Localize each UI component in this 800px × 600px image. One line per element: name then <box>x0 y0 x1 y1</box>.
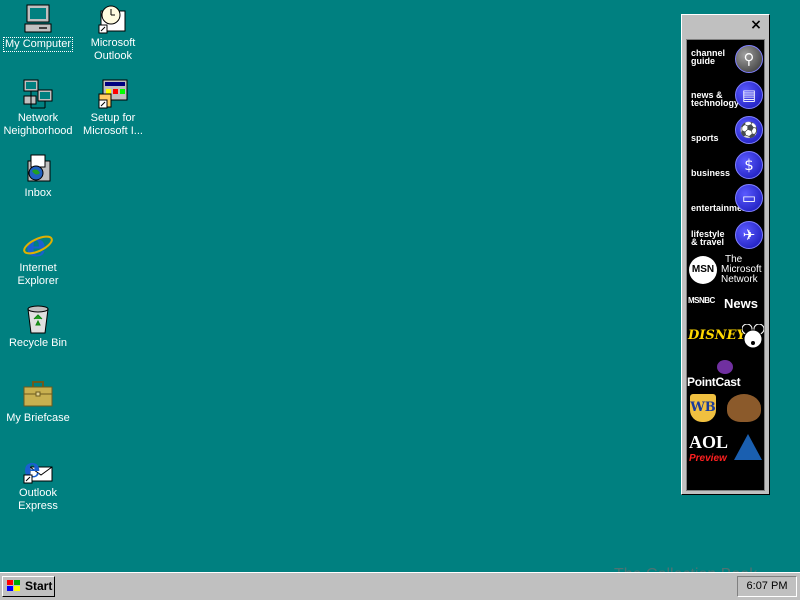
channel-bar: × channel guide ⚲ news & technology ▤ sp… <box>681 14 770 495</box>
system-tray-clock[interactable]: 6:07 PM <box>737 576 797 597</box>
channel-label-line2: technology <box>691 98 740 108</box>
icon-label: Internet Explorer <box>17 262 59 287</box>
channel-sports[interactable]: sports ⚽ <box>687 113 764 146</box>
channel-aol[interactable]: AOL Preview <box>687 430 764 468</box>
channel-msnbc[interactable]: MSNBC News <box>687 290 764 318</box>
channel-list: channel guide ⚲ news & technology ▤ spor… <box>686 39 765 491</box>
channel-warner-bros[interactable]: WB <box>687 392 764 426</box>
network-icon <box>22 78 54 110</box>
channel-label: lifestyle & travel <box>691 230 725 247</box>
pointcast-icon <box>717 360 733 374</box>
outlook-express-icon: e <box>22 453 54 485</box>
desktop-icon-my-computer[interactable]: My Computer <box>0 3 76 52</box>
aol-logo: AOL <box>689 432 729 452</box>
windows-flag-icon <box>7 580 20 591</box>
desktop-icon-network-neighborhood[interactable]: Network Neighborhood <box>0 78 76 138</box>
msn-caption: The Microsoft Network <box>721 255 762 285</box>
start-button[interactable]: Start <box>2 576 55 597</box>
channel-business[interactable]: business $ <box>687 148 764 181</box>
channel-msn[interactable]: MSN The Microsoft Network <box>687 254 764 288</box>
icon-label: Recycle Bin <box>8 337 68 349</box>
desktop-icon-setup[interactable]: Setup for Microsoft I... <box>75 78 151 138</box>
desktop-icon-internet-explorer[interactable]: e Internet Explorer <box>0 226 76 288</box>
start-label: Start <box>25 579 53 593</box>
setup-icon <box>97 78 129 110</box>
outlook-icon <box>97 3 129 35</box>
taz-icon <box>727 394 761 422</box>
desktop-icon-inbox[interactable]: Inbox <box>0 153 76 200</box>
desktop-icon-microsoft-outlook[interactable]: Microsoft Outlook <box>75 3 151 63</box>
msn-caption-line3: Network <box>721 274 758 285</box>
briefcase-icon <box>22 378 54 410</box>
dollar-icon: $ <box>735 151 763 179</box>
airplane-icon: ✈ <box>735 221 763 249</box>
msnbc-logo: MSNBC <box>688 296 715 305</box>
desktop-icon-outlook-express[interactable]: e Outlook Express <box>0 453 76 513</box>
icon-label: My Briefcase <box>6 412 70 424</box>
channel-pointcast[interactable]: PointCast <box>687 358 764 390</box>
newspaper-icon: ▤ <box>735 81 763 109</box>
icon-label: Network Neighborhood <box>3 112 73 137</box>
channel-label: channel guide <box>691 49 725 66</box>
ball-icon: ⚽ <box>735 116 763 144</box>
msnbc-news: News <box>724 296 758 311</box>
icon-label: Outlook Express <box>18 487 58 512</box>
disney-logo: DISNEY <box>688 328 746 343</box>
magnifier-icon: ⚲ <box>735 45 763 73</box>
tv-icon: ▭ <box>735 184 763 212</box>
my-computer-icon <box>22 3 54 35</box>
channel-lifestyle-travel[interactable]: lifestyle & travel ✈ <box>687 218 764 251</box>
desktop-icon-my-briefcase[interactable]: My Briefcase <box>0 378 76 425</box>
inbox-icon <box>22 153 54 185</box>
channel-guide[interactable]: channel guide ⚲ <box>687 42 764 75</box>
icon-label: My Computer <box>2 37 74 52</box>
desktop: My Computer Microsoft Outlook Network Ne… <box>0 0 800 572</box>
channel-label: sports <box>691 133 719 143</box>
msn-logo: MSN <box>689 256 717 284</box>
channel-disney[interactable]: DISNEY <box>687 322 764 356</box>
desktop-icon-recycle-bin[interactable]: Recycle Bin <box>0 303 76 350</box>
pointcast-logo: PointCast <box>687 375 741 389</box>
icon-label: Microsoft Outlook <box>90 37 136 62</box>
mickey-icon <box>741 323 764 350</box>
recycle-bin-icon <box>22 303 54 335</box>
channel-entertainment[interactable]: entertainment ▭ <box>687 183 764 216</box>
close-icon[interactable]: × <box>749 18 763 32</box>
channel-label: business <box>691 168 731 178</box>
taskbar: Start 6:07 PM <box>0 572 800 600</box>
channel-label-line2: guide <box>691 56 715 66</box>
aol-preview: Preview <box>689 453 727 464</box>
icon-label: Setup for Microsoft I... <box>83 112 143 137</box>
icon-label: Inbox <box>24 187 52 199</box>
aol-triangle-icon <box>734 434 762 460</box>
wb-shield-icon: WB <box>690 394 716 422</box>
channel-news-technology[interactable]: news & technology ▤ <box>687 78 764 111</box>
ie-icon: e <box>22 226 54 264</box>
channel-label: news & technology <box>691 91 740 108</box>
channel-label-line2: & travel <box>691 237 725 247</box>
